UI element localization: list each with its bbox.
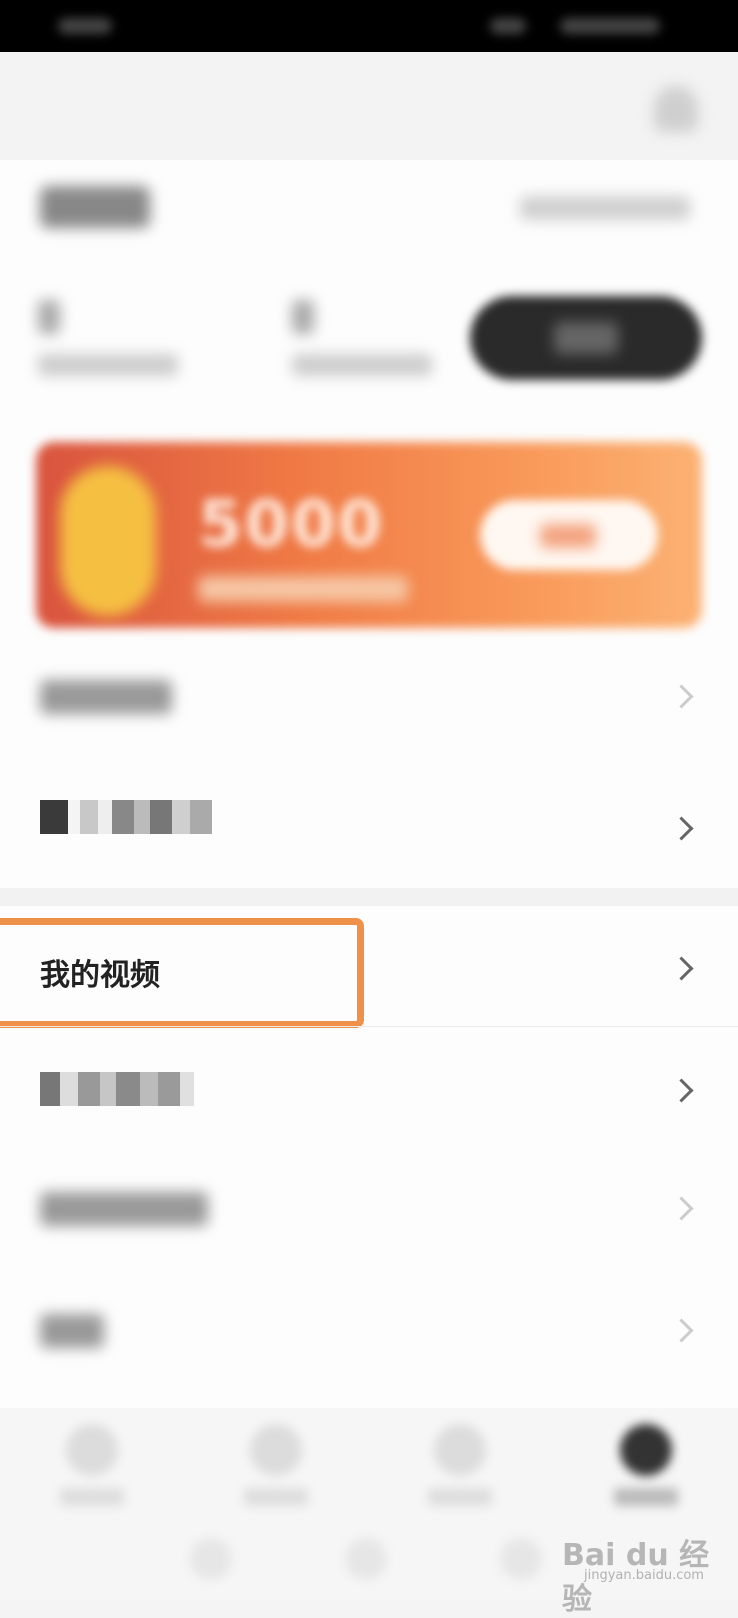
nav-tab-2-label	[244, 1488, 308, 1506]
page-header	[0, 52, 738, 160]
nav-tab-4-label	[614, 1488, 678, 1506]
row-divider	[0, 1026, 738, 1027]
nav-tab-3-label	[428, 1488, 492, 1506]
banner-action-label	[540, 524, 596, 548]
banner-amount: 5000	[198, 488, 385, 562]
watermark-url: jingyan.baidu.com	[584, 1568, 704, 1583]
stat-label-1	[38, 354, 178, 376]
status-battery	[560, 18, 660, 34]
section-separator	[0, 888, 738, 906]
menu-item-4-label[interactable]	[40, 1072, 194, 1106]
nav-tab-2-icon	[250, 1424, 302, 1476]
status-signal	[490, 18, 526, 34]
status-bar	[0, 0, 738, 52]
nav-tab-3-icon	[434, 1424, 486, 1476]
system-back-button[interactable]	[190, 1538, 232, 1580]
menu-item-6-label[interactable]	[40, 1314, 104, 1348]
menu-item-2-label[interactable]	[40, 800, 212, 834]
highlight-box	[0, 918, 364, 1028]
status-time	[58, 18, 112, 34]
stat-label-2	[292, 354, 432, 376]
nav-tab-2[interactable]	[220, 1424, 330, 1514]
banner-subtitle	[198, 576, 408, 602]
stat-value-2	[292, 300, 314, 334]
coin-icon	[60, 466, 156, 616]
system-home-button[interactable]	[345, 1538, 387, 1580]
nav-tab-4-icon	[620, 1424, 672, 1476]
nav-tab-1[interactable]	[36, 1424, 146, 1514]
nav-tab-3[interactable]	[404, 1424, 514, 1514]
menu-item-5-label[interactable]	[40, 1192, 208, 1226]
sign-in-button-label	[554, 322, 618, 354]
nav-tab-4[interactable]	[590, 1424, 700, 1514]
menu-item-1-label[interactable]	[40, 680, 172, 714]
stat-value-1	[38, 300, 60, 334]
nav-tab-1-icon	[66, 1424, 118, 1476]
user-name[interactable]	[40, 186, 150, 228]
nav-tab-1-label	[60, 1488, 124, 1506]
profile-link[interactable]	[520, 196, 690, 220]
system-recents-button[interactable]	[500, 1538, 542, 1580]
bell-icon[interactable]	[654, 86, 698, 132]
